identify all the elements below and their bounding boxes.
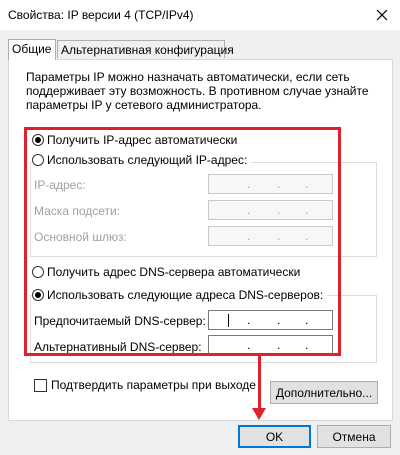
text-caret xyxy=(228,314,229,327)
validate-settings-label: Подтвердить параметры при выходе xyxy=(51,378,256,392)
alternate-dns-input[interactable]: . . . xyxy=(208,335,333,355)
radio-dns-manual-indicator[interactable] xyxy=(32,289,44,301)
radio-dns-manual-label: Использовать следующие адреса DNS-сервер… xyxy=(47,288,324,302)
ip-address-input[interactable]: . . . xyxy=(208,174,333,194)
subnet-mask-label: Маска подсети: xyxy=(34,204,121,218)
cancel-button[interactable]: Отмена xyxy=(317,425,391,448)
radio-ip-manual-indicator[interactable] xyxy=(32,154,44,166)
radio-dns-auto-indicator[interactable] xyxy=(32,266,44,278)
alternate-dns-label: Альтернативный DNS-сервер: xyxy=(34,340,202,354)
validate-settings-box[interactable] xyxy=(34,378,47,392)
description-line: параметры IP у сетевого администратора. xyxy=(26,98,262,112)
radio-ip-auto-label: Получить IP-адрес автоматически xyxy=(47,133,238,147)
radio-ip-auto[interactable]: Получить IP-адрес автоматически xyxy=(32,133,242,147)
default-gateway-input[interactable]: . . . xyxy=(208,226,333,246)
tab-alternate-config-label: Альтернативная конфигурация xyxy=(61,43,234,57)
description-line: Параметры IP можно назначать автоматичес… xyxy=(26,70,350,84)
window-title: Свойства: IP версии 4 (TCP/IPv4) xyxy=(8,8,194,22)
radio-dns-auto[interactable]: Получить адрес DNS-сервера автоматически xyxy=(32,265,305,279)
tab-alternate-config[interactable]: Альтернативная конфигурация xyxy=(57,40,234,58)
validate-settings-checkbox[interactable]: Подтвердить параметры при выходе xyxy=(34,378,256,392)
tab-general-label: Общие xyxy=(12,42,52,56)
preferred-dns-label: Предпочитаемый DNS-сервер: xyxy=(34,314,206,328)
description-text: Параметры IP можно назначать автоматичес… xyxy=(26,70,369,112)
radio-ip-manual-label: Использовать следующий IP-адрес: xyxy=(47,153,248,167)
advanced-button[interactable]: Дополнительно... xyxy=(270,381,378,404)
tab-general[interactable]: Общие xyxy=(8,39,56,60)
ok-button[interactable]: OK xyxy=(238,425,311,448)
radio-dns-auto-label: Получить адрес DNS-сервера автоматически xyxy=(47,265,301,279)
close-button[interactable] xyxy=(366,2,398,28)
radio-ip-auto-indicator[interactable] xyxy=(32,134,44,146)
default-gateway-label: Основной шлюз: xyxy=(34,230,127,244)
radio-ip-manual[interactable]: Использовать следующий IP-адрес: xyxy=(32,153,252,167)
close-icon xyxy=(376,9,388,21)
description-line: поддерживает эту возможность. В противно… xyxy=(26,84,369,98)
highlight-arrow-line xyxy=(258,356,261,411)
highlight-arrow-head xyxy=(252,408,266,420)
title-bar: Свойства: IP версии 4 (TCP/IPv4) xyxy=(0,0,400,30)
ip-address-label: IP-адрес: xyxy=(34,178,86,192)
preferred-dns-input[interactable]: . . . xyxy=(208,310,333,330)
radio-dns-manual[interactable]: Использовать следующие адреса DNS-сервер… xyxy=(32,288,328,302)
subnet-mask-input[interactable]: . . . xyxy=(208,200,333,220)
